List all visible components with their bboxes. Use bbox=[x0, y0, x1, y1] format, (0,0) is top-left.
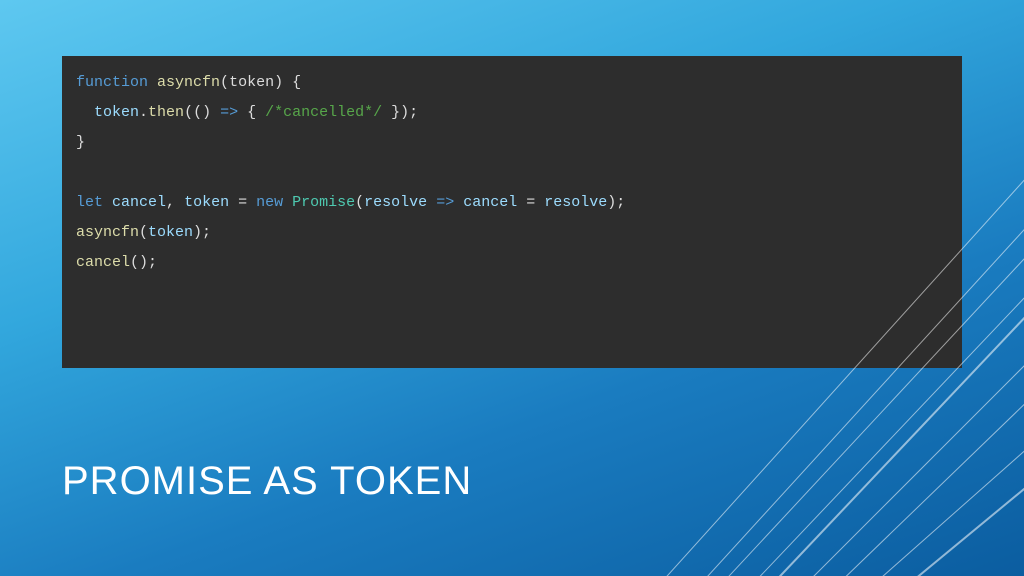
code-token: token bbox=[229, 74, 274, 91]
code-line: cancel(); bbox=[76, 248, 948, 278]
code-token: ) { bbox=[274, 74, 301, 91]
code-token: then bbox=[148, 104, 184, 121]
code-token: ); bbox=[607, 194, 625, 211]
code-token bbox=[148, 74, 157, 91]
code-token: asyncfn bbox=[157, 74, 220, 91]
code-token: ( bbox=[355, 194, 364, 211]
code-token: . bbox=[139, 104, 148, 121]
code-token bbox=[283, 194, 292, 211]
slide-title: PROMISE AS TOKEN bbox=[62, 459, 472, 504]
code-line: function asyncfn(token) { bbox=[76, 68, 948, 98]
code-token: let bbox=[76, 194, 103, 211]
code-token: Promise bbox=[292, 194, 355, 211]
code-token: cancel bbox=[112, 194, 166, 211]
code-token: { bbox=[238, 104, 265, 121]
code-token: ( bbox=[220, 74, 229, 91]
code-token: ); bbox=[193, 224, 211, 241]
code-token: } bbox=[76, 134, 85, 151]
code-token bbox=[103, 194, 112, 211]
code-line: asyncfn(token); bbox=[76, 218, 948, 248]
code-token: asyncfn bbox=[76, 224, 139, 241]
code-line: token.then(() => { /*cancelled*/ }); bbox=[76, 98, 948, 128]
presentation-slide: function asyncfn(token) { token.then(() … bbox=[0, 0, 1024, 576]
code-token bbox=[427, 194, 436, 211]
code-token: => bbox=[220, 104, 238, 121]
code-line: let cancel, token = new Promise(resolve … bbox=[76, 188, 948, 218]
code-token bbox=[454, 194, 463, 211]
code-token: ( bbox=[139, 224, 148, 241]
code-line: } bbox=[76, 128, 948, 158]
code-token: }); bbox=[382, 104, 418, 121]
code-block: function asyncfn(token) { token.then(() … bbox=[62, 56, 962, 368]
code-token: (); bbox=[130, 254, 157, 271]
code-token: = bbox=[517, 194, 544, 211]
code-token: token bbox=[184, 194, 229, 211]
code-token bbox=[76, 104, 94, 121]
code-token: resolve bbox=[364, 194, 427, 211]
code-token: /*cancelled*/ bbox=[265, 104, 382, 121]
code-token: resolve bbox=[544, 194, 607, 211]
code-token: (() bbox=[184, 104, 220, 121]
code-token: , bbox=[166, 194, 184, 211]
code-line bbox=[76, 158, 948, 188]
code-token: token bbox=[148, 224, 193, 241]
code-token: => bbox=[436, 194, 454, 211]
code-token: cancel bbox=[76, 254, 130, 271]
code-token: = bbox=[229, 194, 256, 211]
code-token: token bbox=[94, 104, 139, 121]
code-token: cancel bbox=[463, 194, 517, 211]
code-token: new bbox=[256, 194, 283, 211]
code-token: function bbox=[76, 74, 148, 91]
